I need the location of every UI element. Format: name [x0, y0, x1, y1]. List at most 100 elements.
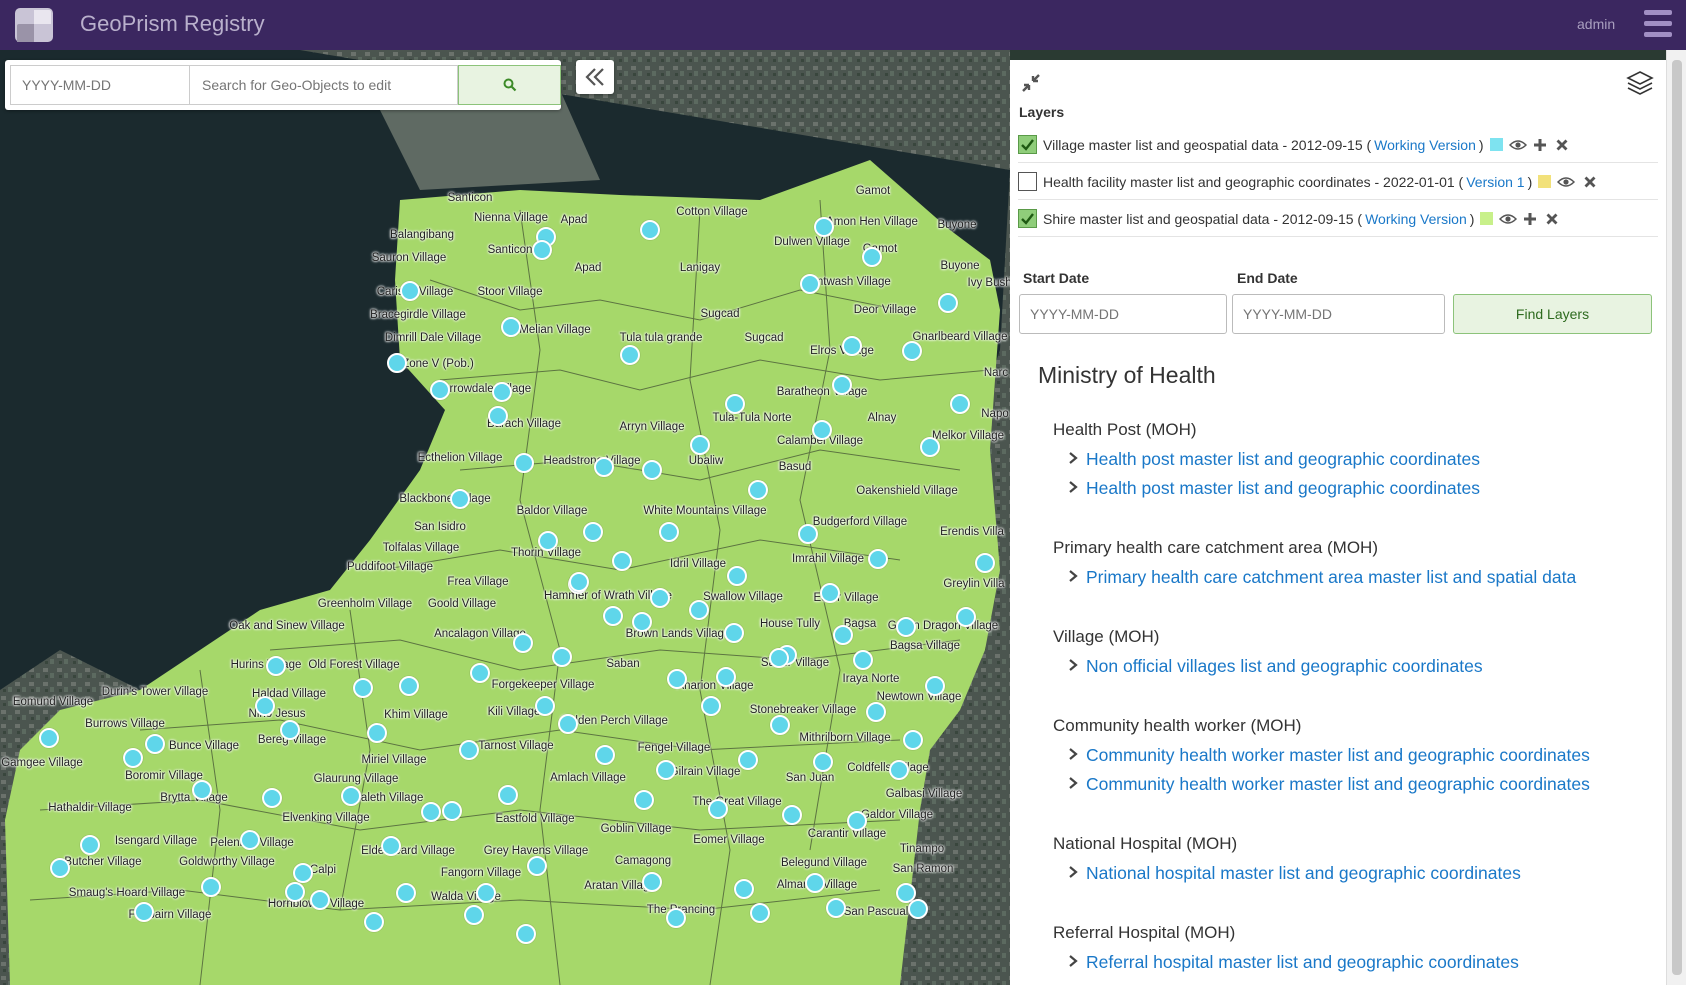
map-point-marker[interactable]: [642, 460, 662, 480]
map-point-marker[interactable]: [488, 406, 508, 426]
map-place-label[interactable]: Melkor Village: [932, 430, 1004, 442]
map-place-label[interactable]: Goold Village: [428, 598, 496, 610]
map-place-label[interactable]: Idril Village: [670, 558, 726, 570]
map-point-marker[interactable]: [516, 924, 536, 944]
map-point-marker[interactable]: [558, 714, 578, 734]
map-place-label[interactable]: Gnarlbeard Village: [912, 331, 1007, 343]
map-place-label[interactable]: Fengel Village: [638, 742, 711, 754]
map-place-label[interactable]: Tolfalas Village: [383, 542, 460, 554]
map-point-marker[interactable]: [123, 748, 143, 768]
map-place-label[interactable]: Hathaldir Village: [48, 802, 132, 814]
map-point-marker[interactable]: [750, 903, 770, 923]
map-point-marker[interactable]: [782, 805, 802, 825]
map-point-marker[interactable]: [866, 702, 886, 722]
map-point-marker[interactable]: [820, 583, 840, 603]
map-place-label[interactable]: Oak and Sinew Village: [229, 620, 345, 632]
map-point-marker[interactable]: [814, 217, 834, 237]
map-place-label[interactable]: Eastfold Village: [495, 813, 574, 825]
map-place-label[interactable]: Saban: [606, 658, 639, 670]
map-place-label[interactable]: Sauron Village: [372, 252, 447, 264]
map-point-marker[interactable]: [464, 905, 484, 925]
map-point-marker[interactable]: [667, 669, 687, 689]
map-point-marker[interactable]: [459, 740, 479, 760]
map-place-label[interactable]: Baldor Village: [517, 505, 588, 517]
map-place-label[interactable]: Swallow Village: [703, 591, 783, 603]
map-place-label[interactable]: Apad: [575, 262, 602, 274]
layer-color-swatch[interactable]: [1538, 175, 1552, 188]
map-place-label[interactable]: Haleth Village: [353, 792, 424, 804]
map-point-marker[interactable]: [708, 799, 728, 819]
map-place-label[interactable]: Stoor Village: [478, 286, 543, 298]
map-place-label[interactable]: The Great Village: [692, 796, 781, 808]
map-point-marker[interactable]: [938, 293, 958, 313]
map-point-marker[interactable]: [842, 336, 862, 356]
layers-icon[interactable]: [1626, 70, 1654, 99]
map-place-label[interactable]: Belegund Village: [781, 857, 867, 869]
map-place-label[interactable]: Greenholm Village: [318, 598, 412, 610]
map-place-label[interactable]: Khim Village: [384, 709, 448, 721]
map-point-marker[interactable]: [738, 750, 758, 770]
map-place-label[interactable]: Anarion Village: [676, 680, 753, 692]
map-point-marker[interactable]: [527, 856, 547, 876]
map-point-marker[interactable]: [903, 730, 923, 750]
map-point-marker[interactable]: [535, 696, 555, 716]
eye-icon[interactable]: [1499, 213, 1518, 225]
map-place-label[interactable]: Gamgee Village: [1, 757, 83, 769]
map-place-label[interactable]: Elvenking Village: [282, 812, 369, 824]
map-place-label[interactable]: Entwash Village: [809, 276, 891, 288]
map-place-label[interactable]: Zone V (Pob.): [402, 358, 474, 370]
map-point-marker[interactable]: [192, 780, 212, 800]
layer-version-link[interactable]: Version 1: [1466, 174, 1524, 190]
map-place-label[interactable]: Ubaliw: [689, 455, 724, 467]
map-place-label[interactable]: Napo: [981, 408, 1009, 420]
map-place-label[interactable]: Oakenshield Village: [856, 485, 957, 497]
map-place-label[interactable]: Elderbeard Village: [361, 845, 455, 857]
map-place-label[interactable]: Sugcad: [700, 308, 739, 320]
search-input[interactable]: [190, 65, 458, 105]
map-point-marker[interactable]: [701, 696, 721, 716]
map-point-marker[interactable]: [201, 877, 221, 897]
map-place-label[interactable]: Miriel Village: [362, 754, 427, 766]
map-place-label[interactable]: San Pascual: [844, 906, 909, 918]
eye-icon[interactable]: [1557, 176, 1576, 188]
map-place-label[interactable]: Butcher Village: [64, 856, 141, 868]
map-point-marker[interactable]: [650, 588, 670, 608]
map-place-label[interactable]: Bracegirdle Village: [370, 309, 466, 321]
map-point-marker[interactable]: [812, 420, 832, 440]
map-place-label[interactable]: Coldfells Village: [847, 762, 929, 774]
map-place-label[interactable]: Erendis Villa: [940, 526, 1004, 538]
map-place-label[interactable]: Burrows Village: [85, 718, 165, 730]
map-place-label[interactable]: Tarnost Village: [478, 740, 553, 752]
map-point-marker[interactable]: [908, 899, 928, 919]
map-point-marker[interactable]: [716, 667, 736, 687]
map-point-marker[interactable]: [134, 902, 154, 922]
map-point-marker[interactable]: [847, 811, 867, 831]
map-place-label[interactable]: Blackbone Village: [399, 493, 490, 505]
map-point-marker[interactable]: [925, 676, 945, 696]
map-point-marker[interactable]: [862, 247, 882, 267]
list-version-link[interactable]: Referral hospital master list and geogra…: [1068, 952, 1519, 973]
map-point-marker[interactable]: [805, 873, 825, 893]
map-place-label[interactable]: Galdor Village: [861, 809, 933, 821]
app-title[interactable]: GeoPrism Registry: [80, 11, 265, 37]
map-place-label[interactable]: Buyone: [940, 260, 979, 272]
map-point-marker[interactable]: [450, 489, 470, 509]
map-place-label[interactable]: Amlach Village: [550, 772, 626, 784]
map-point-marker[interactable]: [920, 437, 940, 457]
plus-icon[interactable]: [1533, 138, 1547, 152]
map-place-label[interactable]: Eomer Village: [693, 834, 764, 846]
map-place-label[interactable]: Durin's Tower Village: [102, 686, 209, 698]
map-place-label[interactable]: Buyone: [937, 219, 976, 231]
map-place-label[interactable]: Ecthelion Village: [418, 452, 503, 464]
map-point-marker[interactable]: [492, 382, 512, 402]
map-point-marker[interactable]: [353, 678, 373, 698]
map-point-marker[interactable]: [853, 650, 873, 670]
map-point-marker[interactable]: [889, 760, 909, 780]
map-place-label[interactable]: Budgerford Village: [813, 516, 907, 528]
map-point-marker[interactable]: [659, 522, 679, 542]
map-point-marker[interactable]: [689, 600, 709, 620]
map-place-label[interactable]: Lanigay: [680, 262, 720, 274]
close-icon[interactable]: [1546, 213, 1558, 225]
menu-icon[interactable]: [1644, 10, 1672, 40]
map-place-label[interactable]: Nienna Village: [474, 212, 548, 224]
